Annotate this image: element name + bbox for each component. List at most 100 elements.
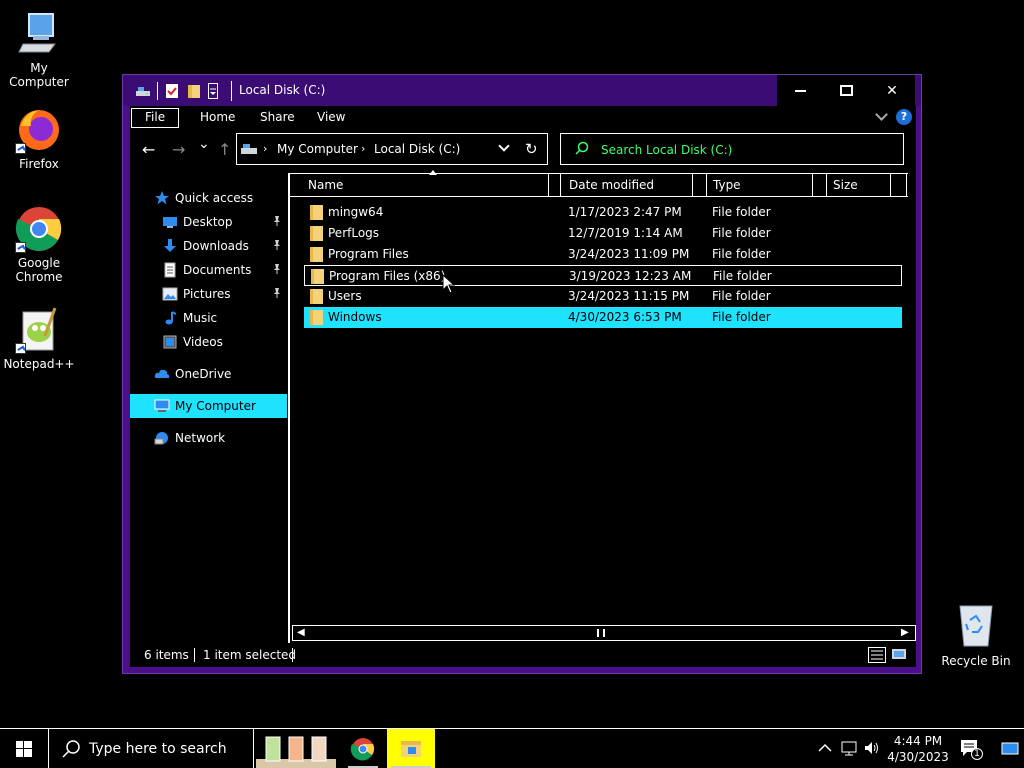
column-separator[interactable] [692, 174, 693, 197]
desktop-icon-my-computer[interactable]: My Computer [0, 10, 78, 89]
breadcrumb-my-computer[interactable]: My Computer [277, 142, 358, 156]
volume-icon[interactable] [863, 739, 881, 757]
shortcut-arrow-icon [15, 242, 26, 253]
notification-count-badge: 1 [971, 748, 983, 760]
nav-item-onedrive[interactable]: OneDrive [130, 362, 287, 386]
scroll-right-arrow-icon[interactable]: ▶ [901, 627, 909, 638]
system-clock[interactable]: 4:44 PM 4/30/2023 [884, 733, 952, 765]
picture-icon [162, 286, 178, 302]
column-separator[interactable] [548, 174, 549, 197]
clock-date: 4/30/2023 [887, 750, 949, 764]
pin-icon[interactable] [272, 239, 282, 251]
search-input[interactable]: Search Local Disk (C:) [601, 143, 732, 157]
column-type[interactable]: Type [713, 178, 741, 192]
column-date[interactable]: Date modified [569, 178, 654, 192]
taskbar-search-box[interactable]: Type here to search [48, 729, 254, 768]
expand-ribbon-chevron-icon[interactable] [875, 110, 887, 122]
pin-icon[interactable] [272, 215, 282, 227]
tab-view[interactable]: View [307, 108, 355, 128]
title-bar[interactable]: Local Disk (C:) ✕ [123, 75, 921, 106]
address-bar[interactable]: › My Computer › Local Disk (C:) ↻ [236, 133, 548, 165]
scroll-left-arrow-icon[interactable]: ◀ [297, 627, 305, 638]
show-desktop-button[interactable] [1000, 739, 1020, 759]
search-icon [575, 141, 589, 155]
nav-item-my-computer[interactable]: My Computer [130, 394, 287, 418]
taskbar-search-input[interactable]: Type here to search [89, 741, 227, 757]
folder-icon [310, 247, 323, 262]
tab-file[interactable]: File [131, 108, 180, 128]
file-date: 3/24/2023 11:15 PM [568, 289, 690, 303]
tab-share[interactable]: Share [250, 108, 305, 128]
horizontal-scrollbar[interactable]: ◀ ▶ [292, 625, 916, 641]
clock-time: 4:44 PM [893, 734, 943, 748]
nav-item-downloads[interactable]: Downloads [130, 234, 287, 258]
search-box[interactable]: Search Local Disk (C:) [560, 133, 904, 165]
nav-item-quick-access[interactable]: Quick access [130, 186, 287, 210]
file-row-selected[interactable]: Windows 4/30/2023 6:53 PM File folder [304, 307, 902, 328]
file-row[interactable]: Program Files 3/24/2023 11:09 PM File fo… [304, 244, 902, 265]
file-row[interactable]: Users 3/24/2023 11:15 PM File folder [304, 286, 902, 307]
new-folder-icon[interactable] [186, 83, 202, 99]
file-row-hovered[interactable]: Program Files (x86) 3/19/2023 12:23 AM F… [304, 265, 902, 286]
desktop-icon-recycle-bin[interactable]: Recycle Bin [940, 600, 1012, 668]
start-button[interactable] [0, 729, 48, 768]
address-dropdown-icon[interactable] [499, 142, 509, 152]
file-explorer-icon [391, 741, 431, 768]
folder-icon [310, 226, 323, 241]
column-separator[interactable] [890, 174, 891, 197]
mouse-cursor-icon [442, 274, 456, 294]
desktop-icon-chrome[interactable]: Google Chrome [0, 205, 78, 284]
taskbar-app-drinks[interactable] [256, 729, 336, 768]
show-hidden-icons-chevron-icon[interactable] [816, 741, 834, 755]
column-separator[interactable] [560, 174, 561, 197]
taskbar-app-chrome[interactable] [342, 729, 384, 768]
file-name: Windows [328, 310, 382, 324]
download-icon [162, 238, 178, 254]
column-separator[interactable] [706, 174, 707, 197]
nav-item-label: Videos [183, 335, 223, 349]
column-separator[interactable] [826, 174, 827, 197]
back-button[interactable]: ← [142, 140, 155, 159]
network-status-icon[interactable] [840, 739, 858, 757]
nav-item-desktop[interactable]: Desktop [130, 210, 287, 234]
taskbar-app-file-explorer[interactable] [387, 729, 435, 768]
breadcrumb-separator[interactable]: › [361, 142, 365, 155]
document-icon [162, 262, 178, 278]
video-icon [162, 334, 178, 350]
tab-home[interactable]: Home [190, 108, 245, 128]
help-icon[interactable]: ? [896, 109, 912, 125]
scroll-thumb[interactable] [597, 629, 605, 637]
details-view-icon[interactable] [868, 647, 886, 663]
desktop-icon-firefox[interactable]: Firefox [0, 106, 78, 171]
sort-ascending-icon [429, 170, 437, 175]
properties-icon[interactable] [164, 83, 180, 99]
column-separator[interactable] [906, 174, 907, 197]
nav-item-documents[interactable]: Documents [130, 258, 287, 282]
nav-item-network[interactable]: Network [130, 426, 287, 450]
desktop-icon-notepadpp[interactable]: Notepad++ [0, 306, 78, 371]
up-button[interactable]: ↑ [218, 140, 231, 159]
action-center-button[interactable]: 1 [958, 737, 984, 761]
breadcrumb-separator[interactable]: › [263, 142, 267, 155]
recent-locations-button[interactable]: ⌄ [198, 136, 210, 152]
file-row[interactable]: mingw64 1/17/2023 2:47 PM File folder [304, 202, 902, 223]
file-row[interactable]: PerfLogs 12/7/2019 1:14 AM File folder [304, 223, 902, 244]
file-type: File folder [712, 226, 771, 240]
nav-item-music[interactable]: Music [130, 306, 287, 330]
nav-item-pictures[interactable]: Pictures [130, 282, 287, 306]
breadcrumb-local-disk[interactable]: Local Disk (C:) [374, 142, 460, 156]
customize-toolbar-icon[interactable] [208, 83, 218, 99]
item-count: 6 items [144, 648, 189, 662]
forward-button[interactable]: → [172, 140, 185, 159]
column-name[interactable]: Name [308, 178, 343, 192]
pin-icon[interactable] [272, 287, 282, 299]
pin-icon[interactable] [272, 263, 282, 275]
refresh-button[interactable]: ↻ [525, 140, 538, 158]
nav-item-videos[interactable]: Videos [130, 330, 287, 354]
close-button[interactable]: ✕ [869, 75, 915, 106]
maximize-button[interactable] [823, 75, 869, 106]
minimize-button[interactable] [777, 75, 823, 106]
large-icons-view-icon[interactable] [891, 647, 909, 663]
column-size[interactable]: Size [833, 178, 858, 192]
column-separator[interactable] [812, 174, 813, 197]
